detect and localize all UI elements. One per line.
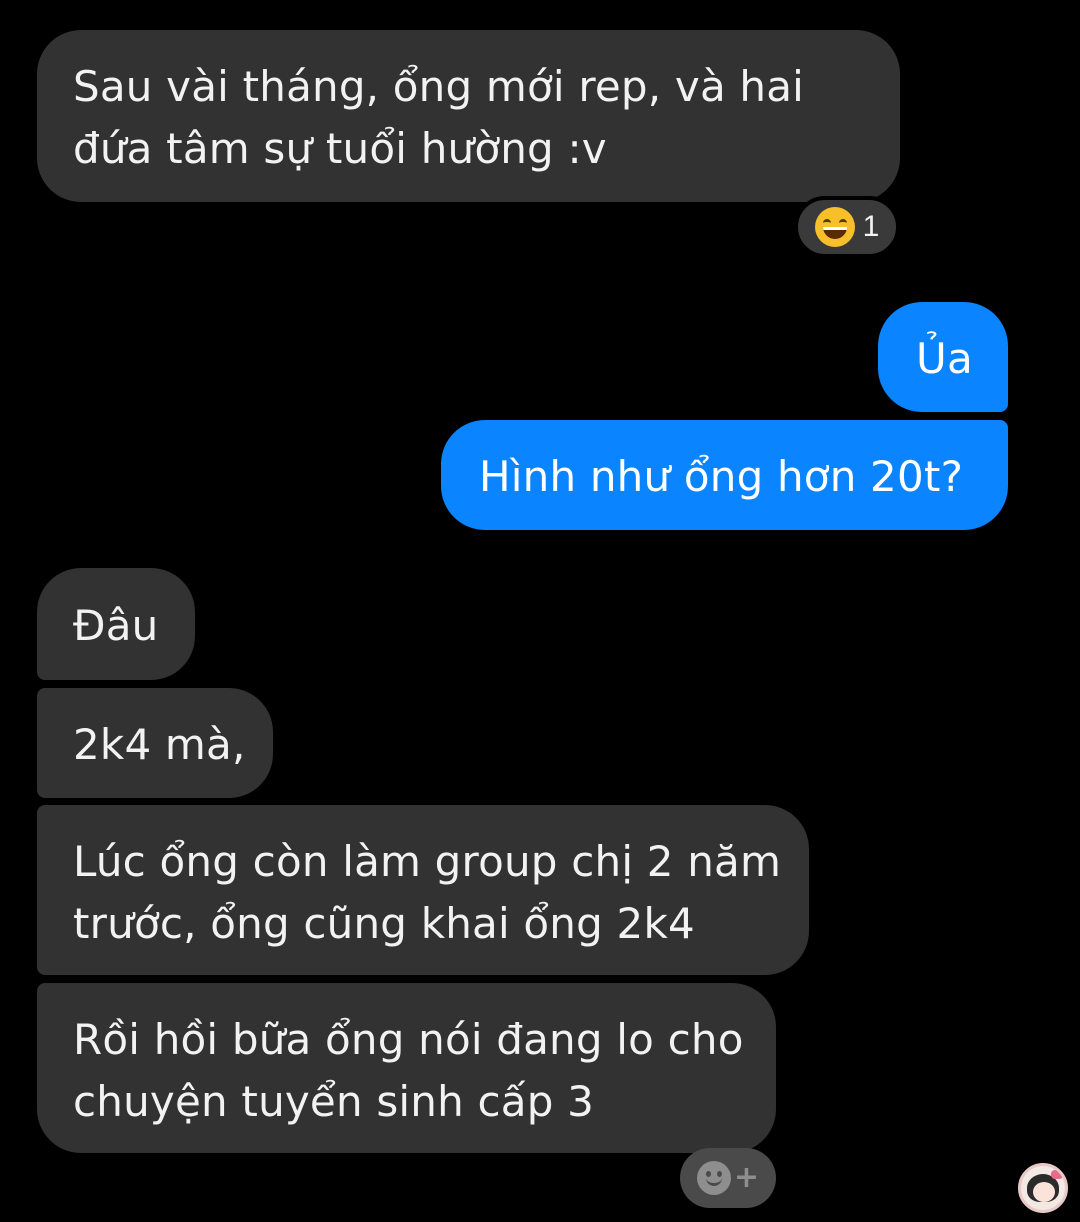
add-reaction-button[interactable]: + (680, 1148, 776, 1208)
message-text-line: chuyện tuyển sinh cấp 3 (73, 1077, 595, 1126)
message-text-line: Lúc ổng còn làm group chị 2 năm (73, 837, 782, 886)
message-reaction[interactable]: 1 (794, 196, 900, 258)
message-bubble-incoming[interactable]: Rồi hồi bữa ổng nói đang lo cho chuyện t… (37, 983, 776, 1153)
message-text-line: Ủa (916, 334, 973, 383)
seen-avatar-icon (1018, 1163, 1068, 1213)
message-text-line: đứa tâm sự tuổi hường :v (73, 124, 607, 173)
reaction-count: 1 (862, 210, 880, 243)
laughing-emoji-icon (814, 207, 855, 247)
message-text-line: Hình như ổng hơn 20t? (479, 452, 964, 501)
message-bubble-incoming[interactable]: Lúc ổng còn làm group chị 2 năm trước, ổ… (37, 805, 809, 975)
message-text-line: Sau vài tháng, ổng mới rep, và hai (73, 62, 805, 111)
message-text-line: Đâu (73, 601, 159, 650)
message-text-line: Rồi hồi bữa ổng nói đang lo cho (73, 1015, 744, 1064)
message-bubble-incoming[interactable]: Đâu (37, 568, 195, 680)
message-bubble-incoming[interactable]: Sau vài tháng, ổng mới rep, và hai đứa t… (37, 30, 900, 202)
message-text-line: 2k4 mà, (73, 720, 246, 769)
message-bubble-outgoing[interactable]: Hình như ổng hơn 20t? (441, 420, 1008, 530)
message-bubble-incoming[interactable]: 2k4 mà, (37, 688, 273, 798)
message-text-line: trước, ổng cũng khai ổng 2k4 (73, 899, 695, 948)
plus-icon: + (733, 1160, 760, 1195)
message-bubble-outgoing[interactable]: Ủa (878, 302, 1008, 412)
smiley-icon (696, 1161, 731, 1195)
